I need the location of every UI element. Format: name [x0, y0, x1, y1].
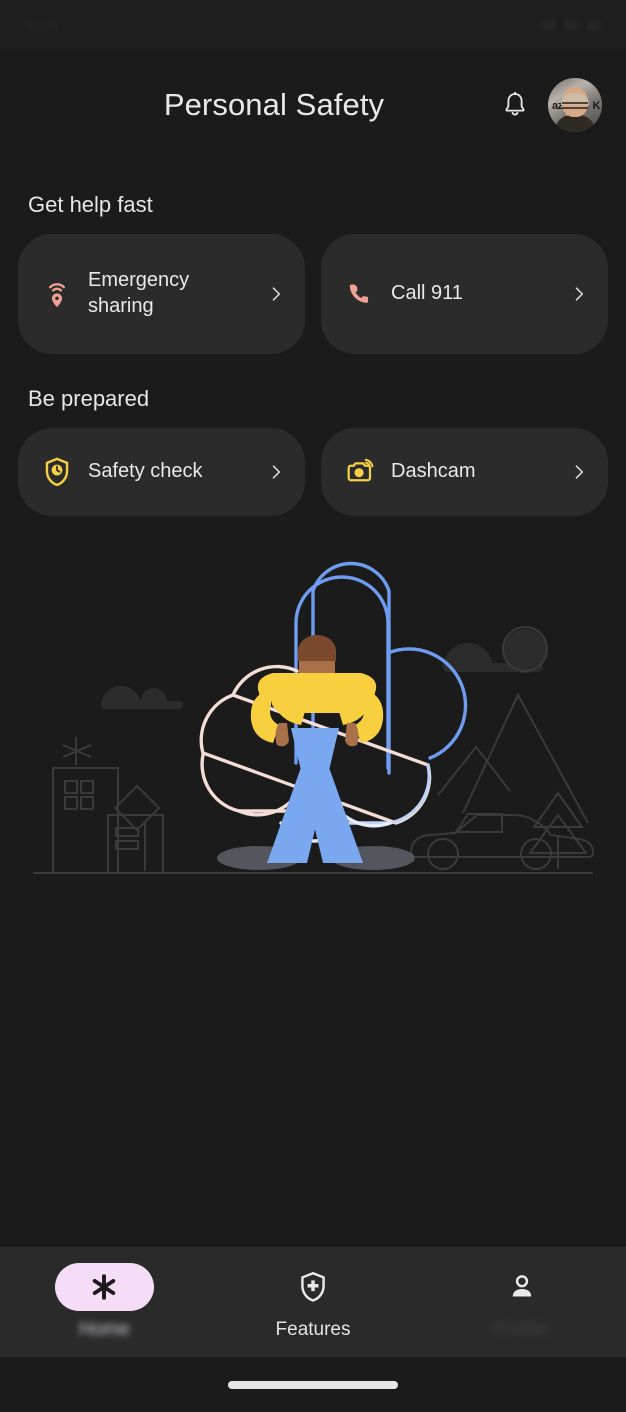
person-safety-illustration — [0, 520, 626, 900]
main-content: Get help fast Emergency sharing Call 911… — [0, 160, 626, 1247]
chevron-right-icon — [265, 461, 287, 483]
card-safety-check[interactable]: Safety check — [18, 428, 305, 516]
card-call-911[interactable]: Call 911 — [321, 234, 608, 354]
nav-label-profile: Profile — [494, 1319, 549, 1340]
person-figure — [250, 634, 384, 863]
card-label-emergency-sharing: Emergency sharing — [88, 269, 190, 317]
status-bar: 5:14 — [0, 0, 626, 50]
chevron-right-icon — [265, 283, 287, 305]
dashcam-icon — [345, 455, 375, 489]
notifications-button[interactable] — [488, 78, 542, 132]
avatar-text-right: K — [592, 99, 601, 112]
card-emergency-sharing[interactable]: Emergency sharing — [18, 234, 305, 354]
mountain-shapes — [437, 692, 589, 869]
shield-cross-icon — [301, 1271, 325, 1302]
chevron-right-icon — [568, 461, 590, 483]
bottom-navigation: Home Features Profile — [0, 1247, 626, 1357]
nav-pill-features — [264, 1263, 363, 1311]
avatar-body — [555, 115, 595, 132]
location-broadcast-icon — [42, 277, 72, 311]
battery-icon — [586, 19, 600, 31]
nav-pill-profile — [472, 1263, 571, 1311]
nav-item-home[interactable]: Home — [0, 1247, 209, 1357]
status-time: 5:14 — [26, 16, 58, 34]
shield-clock-icon — [42, 455, 72, 489]
status-bar-left: 5:14 — [26, 17, 57, 34]
person-icon — [512, 1275, 531, 1297]
nav-label-features: Features — [275, 1319, 351, 1340]
card-dashcam[interactable]: Dashcam — [321, 428, 608, 516]
app-screen: 5:14 Personal Safety az K Get help fast … — [0, 0, 626, 1412]
status-bar-right — [542, 19, 600, 31]
bell-icon — [505, 91, 525, 116]
nav-pill-home — [54, 1263, 154, 1311]
avatar-glasses — [562, 102, 588, 110]
building-shapes — [52, 736, 164, 874]
signal-icon — [542, 19, 556, 31]
app-header: Personal Safety az K — [0, 50, 626, 160]
wifi-icon — [564, 19, 578, 31]
nav-item-profile[interactable]: Profile — [417, 1247, 626, 1357]
section-title-get-help-fast: Get help fast — [28, 192, 153, 217]
card-label-safety-check: Safety check — [88, 460, 203, 483]
nav-label-home: Home — [78, 1319, 130, 1340]
card-row-get-help-fast: Emergency sharing Call 911 — [0, 234, 626, 354]
nav-item-features[interactable]: Features — [209, 1247, 418, 1357]
car-shape — [409, 812, 595, 870]
page-title: Personal Safety — [163, 87, 385, 122]
card-row-be-prepared: Safety check Dashcam — [0, 428, 626, 516]
avatar[interactable]: az K — [548, 78, 602, 132]
card-label-call-911: Call 911 — [391, 282, 463, 305]
phone-icon — [345, 277, 375, 311]
card-label-dashcam: Dashcam — [391, 460, 476, 483]
gesture-bar-area — [0, 1357, 626, 1412]
section-title-be-prepared: Be prepared — [28, 386, 150, 411]
gesture-handle[interactable] — [228, 1380, 398, 1389]
asterisk-icon — [93, 1274, 116, 1300]
chevron-right-icon — [568, 283, 590, 305]
